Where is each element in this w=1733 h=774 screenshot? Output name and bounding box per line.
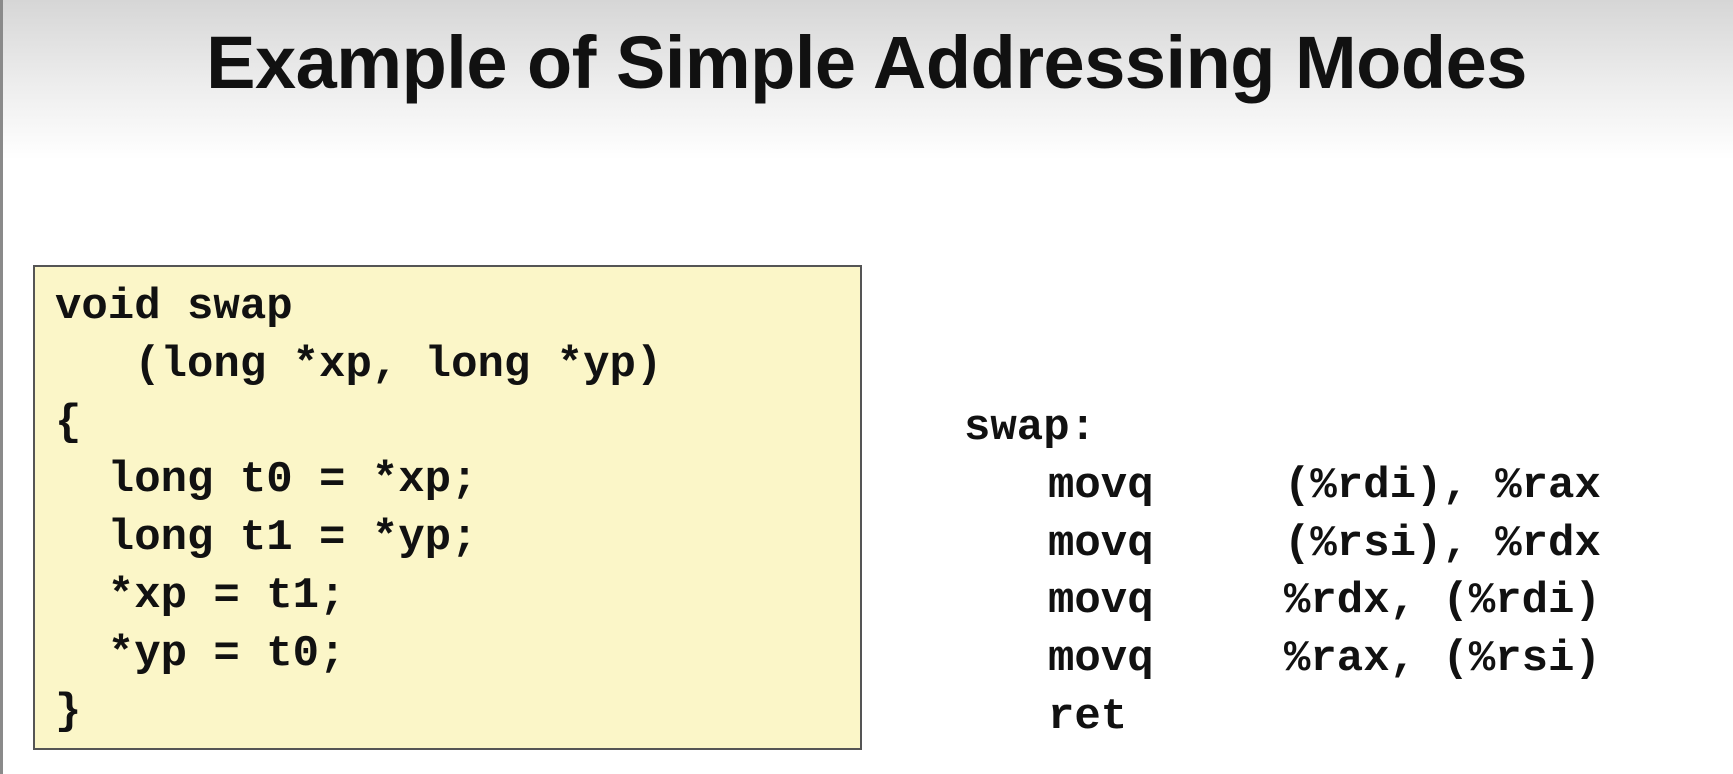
slide-title: Example of Simple Addressing Modes xyxy=(206,21,1527,104)
asm-instruction: movq %rax, (%rsi) xyxy=(964,631,1601,689)
assembly-code: swap: movq (%rdi), %rax movq (%rsi), %rdx … xyxy=(964,400,1601,747)
code-line: long t0 = *xp; xyxy=(55,455,478,506)
c-code: void swap (long *xp, long *yp) { long t0… xyxy=(55,279,662,741)
asm-op: movq xyxy=(1048,634,1154,685)
asm-instruction: ret xyxy=(964,689,1601,747)
asm-label: swap: xyxy=(964,403,1097,453)
asm-args: (%rsi), %rdx xyxy=(1284,518,1601,569)
code-line: long t1 = *yp; xyxy=(55,513,478,564)
c-code-box: void swap (long *xp, long *yp) { long t0… xyxy=(33,265,862,750)
code-line: { xyxy=(55,397,82,448)
asm-args: (%rdi), %rax xyxy=(1284,460,1601,511)
asm-args: %rax, (%rsi) xyxy=(1284,634,1601,685)
asm-args: %rdx, (%rdi) xyxy=(1284,576,1601,627)
code-line: void swap xyxy=(55,282,293,332)
asm-op: ret xyxy=(1048,691,1128,742)
asm-op: movq xyxy=(1048,518,1154,569)
asm-instruction: movq (%rdi), %rax xyxy=(964,458,1601,516)
asm-instruction: movq (%rsi), %rdx xyxy=(964,516,1601,574)
code-line: *xp = t1; xyxy=(55,570,346,621)
asm-op: movq xyxy=(1048,460,1154,511)
code-line: (long *xp, long *yp) xyxy=(55,339,663,390)
asm-op: movq xyxy=(1048,576,1154,627)
slide-left-border xyxy=(0,0,3,774)
asm-instruction: movq %rdx, (%rdi) xyxy=(964,573,1601,631)
code-line: *yp = t0; xyxy=(55,628,346,679)
code-line: } xyxy=(55,686,82,737)
